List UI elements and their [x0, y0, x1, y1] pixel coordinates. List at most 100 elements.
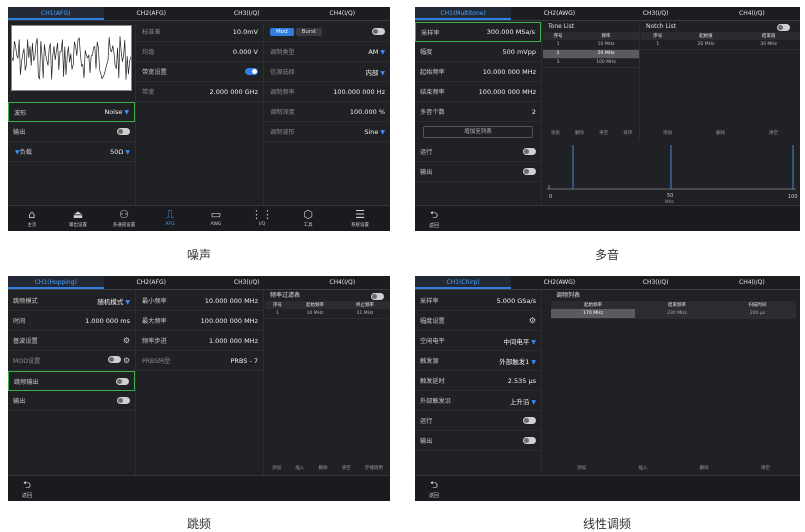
trigger-source-row[interactable]: 触发源 外部触发1 ▼	[415, 351, 541, 371]
bandwidth-setting-row[interactable]: 带宽设置	[137, 62, 263, 82]
tab-ch2[interactable]: CH2(AWG)	[511, 276, 607, 289]
table-row[interactable]: 1 20 MHz 30 MHz	[641, 40, 800, 50]
output-toggle[interactable]	[523, 168, 536, 175]
delete-button[interactable]: 删除	[575, 130, 584, 136]
idle-level-row[interactable]: 空闲电平 中间电平 ▼	[415, 331, 541, 351]
output-row[interactable]: 输出	[415, 431, 541, 451]
gear-icon[interactable]: ⚙	[529, 316, 536, 325]
tab-ch4[interactable]: CH4(I/Q)	[295, 276, 391, 289]
add-button[interactable]: 添加	[551, 130, 560, 136]
nav-multichannel[interactable]: ⚇ 多通道设置	[102, 208, 146, 228]
tab-ch1[interactable]: CH1(Chirp)	[415, 276, 512, 289]
waveform-row[interactable]: 波形 Noise ▼	[8, 102, 135, 122]
tab-ch1[interactable]: CH1(Hopping)	[8, 276, 104, 289]
save-recall-button[interactable]: 存储调用	[365, 465, 383, 471]
hop-mode-row[interactable]: 跳频模式 随机模式 ▼	[8, 291, 135, 311]
nav-system[interactable]: ☰ 系统设置	[338, 208, 382, 228]
amplitude-row[interactable]: 幅度 500 mVpp	[415, 42, 541, 62]
amplitude-setting-row[interactable]: 幅度设置 ⚙	[415, 311, 541, 331]
tab-ch2[interactable]: CH2(AWG)	[511, 7, 607, 20]
output-toggle[interactable]	[117, 128, 130, 135]
burst-button[interactable]: Burst	[295, 27, 323, 36]
tab-ch4[interactable]: CH4(I/Q)	[704, 276, 800, 289]
bandwidth-toggle[interactable]	[245, 68, 258, 75]
bandwidth-row[interactable]: 带宽 2.000 000 GHz	[137, 82, 263, 102]
load-row[interactable]: ▼负载 50Ω ▼	[8, 142, 135, 162]
tab-ch3[interactable]: CH3(I/Q)	[199, 276, 295, 289]
sort-button[interactable]: 排序	[623, 130, 632, 136]
delete-button[interactable]: 删除	[700, 465, 709, 471]
nav-awg[interactable]: ▭ AWG	[194, 208, 238, 227]
nav-afg[interactable]: ⎍ AFG	[148, 208, 192, 227]
nav-home[interactable]: ⌂ 主页	[10, 208, 54, 228]
nav-output[interactable]: ⏏ 输出设置	[56, 208, 100, 228]
max-freq-row[interactable]: 最大频率 100.000 000 MHz	[137, 311, 263, 331]
table-row[interactable]: 2 50 MHz	[543, 49, 639, 59]
base-setting-row[interactable]: 基波设置 ⚙	[8, 331, 135, 351]
insert-button[interactable]: 插入	[638, 465, 647, 471]
start-freq-row[interactable]: 起始频率 10.000 000 MHz	[415, 62, 541, 82]
output-toggle[interactable]	[117, 397, 130, 404]
mod-wave-row[interactable]: 调制波形 Sine ▼	[265, 122, 390, 142]
run-toggle[interactable]	[523, 417, 536, 424]
clear-button[interactable]: 清空	[769, 130, 778, 136]
tab-ch3[interactable]: CH3(I/Q)	[608, 7, 704, 20]
insert-button[interactable]: 插入	[295, 465, 304, 471]
mod-button[interactable]: Mod	[270, 27, 294, 36]
tab-ch3[interactable]: CH3(I/Q)	[608, 276, 704, 289]
mod-freq-row[interactable]: 调制频率 100.000 000 Hz	[265, 82, 390, 102]
sample-rate-row[interactable]: 采样率 300.000 MSa/s	[415, 22, 541, 42]
output-row[interactable]: 输出	[8, 122, 135, 142]
run-toggle[interactable]	[523, 148, 536, 155]
mod-type-row[interactable]: 调制类型 AM ▼	[265, 42, 390, 62]
prbs-row[interactable]: PRBS码型 PRBS - 7	[137, 351, 263, 371]
filter-toggle[interactable]	[371, 293, 384, 300]
output-row[interactable]: 输出	[415, 162, 541, 182]
mod-toggle[interactable]	[372, 28, 385, 35]
back-button[interactable]: ⮌ 返回	[421, 480, 447, 499]
freq-step-row[interactable]: 频率步进 1.000 000 MHz	[137, 331, 263, 351]
gear-icon[interactable]: ⚙	[123, 356, 130, 365]
tab-ch4[interactable]: CH4(I/Q)	[295, 7, 391, 20]
add-button[interactable]: 添加	[577, 465, 586, 471]
back-button[interactable]: ⮌ 返回	[421, 210, 447, 229]
tab-ch1[interactable]: CH1(AFG)	[8, 7, 104, 20]
nav-tools[interactable]: ⬡ 工具	[286, 208, 330, 228]
tab-ch1[interactable]: CH1(Multitone)	[415, 7, 512, 20]
back-button[interactable]: ⮌ 返回	[14, 480, 40, 499]
stop-freq-row[interactable]: 结束频率 100.000 000 MHz	[415, 82, 541, 102]
clear-button[interactable]: 清空	[599, 130, 608, 136]
tab-ch2[interactable]: CH2(AFG)	[104, 276, 200, 289]
trigger-delay-row[interactable]: 触发延时 2.535 µs	[415, 371, 541, 391]
mean-row[interactable]: 均值 0.000 V	[137, 42, 263, 62]
tab-ch2[interactable]: CH2(AFG)	[104, 7, 200, 20]
table-row[interactable]: 170 MHz 230 MHz 200 µs	[551, 309, 796, 319]
tone-count-row[interactable]: 多音个数 2	[415, 102, 541, 122]
add-to-list-button[interactable]: 增加至列表	[423, 126, 533, 138]
mod-toggle[interactable]	[107, 356, 121, 363]
mod-depth-row[interactable]: 调制深度 100.000 %	[265, 102, 390, 122]
output-toggle[interactable]	[523, 437, 536, 444]
hop-output-toggle[interactable]	[116, 377, 129, 385]
notch-toggle[interactable]	[777, 24, 790, 31]
tab-ch4[interactable]: CH4(I/Q)	[704, 7, 800, 20]
stddev-row[interactable]: 标准差 10.0mV	[137, 22, 263, 42]
table-row[interactable]: 1 10 MHz	[543, 40, 639, 50]
hop-output-row[interactable]: 跳频输出	[8, 371, 135, 391]
run-row[interactable]: 运行	[415, 142, 541, 162]
source-row[interactable]: 信源选择 内部 ▼	[265, 62, 390, 82]
nav-iq[interactable]: ⋮⋮ I/Q	[240, 208, 284, 227]
add-button[interactable]: 添加	[663, 130, 672, 136]
sample-rate-row[interactable]: 采样率 5.000 GSa/s	[415, 291, 541, 311]
run-row[interactable]: 运行	[415, 411, 541, 431]
table-row[interactable]: 1 10 MHz 11 MHz	[265, 309, 390, 319]
tab-ch3[interactable]: CH3(I/Q)	[199, 7, 295, 20]
delete-button[interactable]: 删除	[716, 130, 725, 136]
gear-icon[interactable]: ⚙	[123, 336, 130, 345]
delete-button[interactable]: 删除	[318, 465, 327, 471]
clear-button[interactable]: 清空	[342, 465, 351, 471]
min-freq-row[interactable]: 最小频率 10.000 000 MHz	[137, 291, 263, 311]
trigger-edge-row[interactable]: 外部触发沿 上升沿 ▼	[415, 391, 541, 411]
table-row[interactable]: 3 100 MHz	[543, 58, 639, 68]
mod-setting-row[interactable]: MOD设置 ⚙	[8, 351, 135, 371]
